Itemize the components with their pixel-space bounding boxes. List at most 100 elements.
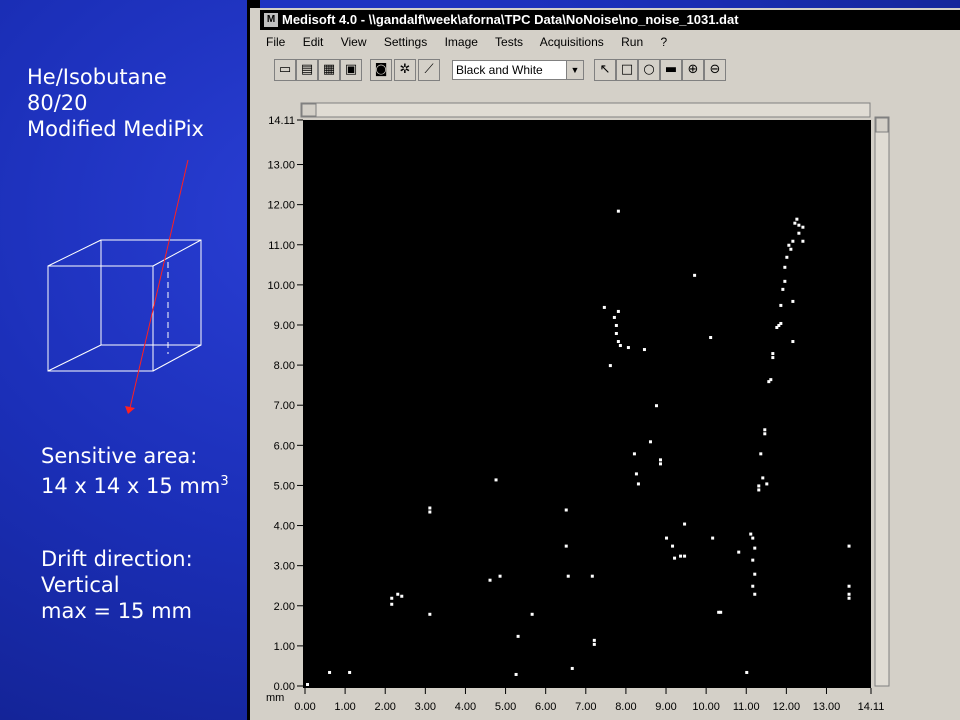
x-tick-label: 0.00 [294,701,315,713]
y-tick-label: 1.00 [274,641,295,653]
hit-point [498,574,502,578]
hit-point [769,378,773,382]
x-tick-label: 8.00 [615,701,636,713]
hit-point [771,352,775,356]
hit-point [516,634,520,638]
hit-point [396,592,400,596]
hit-point [751,584,755,588]
hit-point [642,348,646,352]
hit-point [749,532,753,536]
hit-point [390,602,394,606]
y-tick-label: 5.00 [274,480,295,492]
hit-point [763,428,767,432]
hit-point [759,452,763,456]
hit-point [847,592,851,596]
hit-point [683,554,687,558]
hit-point [779,321,783,325]
hit-point [428,506,432,510]
hit-point [789,247,793,251]
hit-point [566,574,570,578]
x-tick-label: 3.00 [415,701,436,713]
hit-point [793,221,797,225]
hit-point [592,642,596,646]
hit-map-plot: 0.00 1.00 2.00 3.00 4.00 5.00 6.00 7.00 8.00 9.00… [266,102,890,713]
x-tick-label: 7.00 [575,701,596,713]
scroll-up-button[interactable] [875,117,889,133]
hit-point [400,594,404,598]
y-tick-label: 4.00 [274,521,295,533]
hit-point [590,574,594,578]
hit-point [751,536,755,540]
y-tick-label: 14.11 [268,115,295,127]
hit-point [612,315,616,319]
y-tick-label: 8.00 [274,360,295,372]
y-tick-label: 7.00 [274,400,295,412]
x-tick-label: 1.00 [334,701,355,713]
horizontal-scrollbar[interactable] [300,102,871,118]
hit-point [787,243,791,247]
hit-point [783,265,787,269]
scroll-left-button[interactable] [301,103,317,117]
x-tick-label: 4.00 [455,701,476,713]
hit-point [654,404,658,408]
hit-point [801,225,805,229]
hit-point [791,340,795,344]
x-tick-label: 10.00 [692,701,720,713]
hit-point [348,670,352,674]
hit-point [632,452,636,456]
x-tick-label: 5.00 [495,701,516,713]
hit-point [648,440,652,444]
y-tick-label: 2.00 [274,601,295,613]
hit-point [659,462,663,466]
vertical-scrollbar[interactable] [874,116,890,687]
hit-point [751,558,755,562]
hit-point [753,546,757,550]
hit-point [753,572,757,576]
y-tick-label: 3.00 [274,561,295,573]
hit-point [757,484,761,488]
y-axis: 0.001.002.003.004.005.006.007.008.009.00… [267,115,303,693]
hit-point [616,209,620,213]
hit-point [602,305,606,309]
hit-point [791,239,795,243]
hit-point [847,544,851,548]
hit-point [693,273,697,277]
hit-point [616,309,620,313]
hit-point [847,596,851,600]
hit-point [765,482,769,486]
hit-point [797,231,801,235]
x-tick-label: 9.00 [655,701,676,713]
y-tick-label: 11.00 [268,240,295,252]
x-tick-label: 12.00 [773,701,801,713]
hit-points [306,209,851,686]
hit-point [797,223,801,227]
hit-point [781,287,785,291]
x-tick-label: 11.00 [733,701,760,713]
hit-point [791,299,795,303]
x-tick-label: 13.00 [813,701,841,713]
y-tick-label: 10.00 [267,280,295,292]
hit-point [494,478,498,482]
hit-point [592,638,596,642]
hit-point [328,670,332,674]
hit-point [626,346,630,350]
hit-point [847,584,851,588]
y-tick-label: 12.00 [267,200,295,212]
hit-point [530,612,534,616]
hit-point [659,458,663,462]
hit-point [711,536,715,540]
x-axis: 0.00 1.00 2.00 3.00 4.00 5.00 6.00 7.00 8.00 9.00… [294,688,884,713]
hit-point [614,332,618,336]
hit-point [761,476,765,480]
hit-point [428,612,432,616]
hit-point [737,550,741,554]
hit-point [801,239,805,243]
hit-point [745,670,749,674]
hit-point [564,544,568,548]
hit-point [618,344,622,348]
hit-point [785,255,789,259]
x-tick-label: 14.11 [858,701,885,713]
hit-point [564,508,568,512]
hit-point [608,364,612,368]
y-tick-label: 6.00 [274,440,295,452]
